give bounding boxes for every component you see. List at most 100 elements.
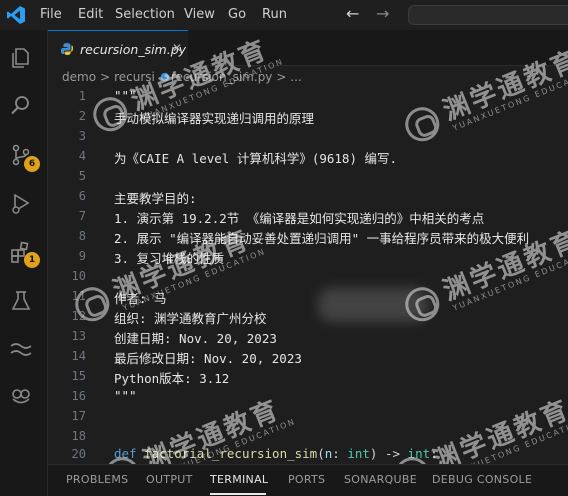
code-text: 最后修改日期: Nov. 20, 2023 bbox=[114, 351, 302, 366]
paren-open: ( bbox=[317, 446, 325, 461]
line-number: 6 bbox=[78, 189, 86, 203]
python-file-icon bbox=[61, 43, 73, 55]
line-number: 10 bbox=[71, 269, 86, 283]
tab-label: recursion_sim.py bbox=[80, 42, 187, 57]
code-text: Python版本: 3.12 bbox=[114, 371, 230, 386]
line-number: 7 bbox=[78, 209, 86, 223]
line-number: 15 bbox=[71, 369, 86, 383]
code-text: 手动模拟编译器实现递归调用的原理 bbox=[114, 111, 315, 126]
code-line: 3 bbox=[48, 128, 568, 146]
menu-file[interactable]: File bbox=[40, 7, 62, 22]
tab-recursion-sim[interactable]: recursion_sim.py ✕ bbox=[48, 30, 188, 66]
editor-tab-bar: recursion_sim.py ✕ bbox=[48, 30, 568, 66]
code-line: 11 作者: 马 bbox=[48, 288, 568, 306]
code-text: 为《CAIE A level 计算机科学》(9618) 编写. bbox=[114, 151, 398, 166]
line-number: 17 bbox=[71, 409, 86, 423]
redacted-blur bbox=[318, 288, 428, 322]
line-number: 4 bbox=[78, 149, 86, 163]
breadcrumb-trail[interactable]: > ... bbox=[276, 70, 301, 84]
tab-terminal[interactable]: TERMINAL bbox=[210, 473, 268, 486]
code-line: 15 Python版本: 3.12 bbox=[48, 368, 568, 386]
code-line-def: 20 def factorial_recursion_sim(n: int) ->… bbox=[48, 446, 568, 464]
return-type: int bbox=[407, 446, 431, 461]
code-text: 1. 演示第 19.2.2节 《编译器是如何实现递归的》中相关的考点 bbox=[114, 211, 485, 226]
code-line: 16 """ bbox=[48, 388, 568, 406]
line-number: 18 bbox=[71, 429, 86, 443]
function-name: factorial_recursion_sim bbox=[144, 446, 318, 461]
code-text: 组织: 渊学通教育广州分校 bbox=[114, 311, 267, 326]
code-line: 4 为《CAIE A level 计算机科学》(9618) 编写. bbox=[48, 148, 568, 166]
line-number: 8 bbox=[78, 229, 86, 243]
tab-output[interactable]: OUTPUT bbox=[146, 473, 193, 486]
line-number: 1 bbox=[78, 89, 86, 103]
code-text: 2. 展示 "编译器能自动妥善处置递归调用" 一事给程序员带来的极大便利 bbox=[114, 231, 530, 246]
menu-edit[interactable]: Edit bbox=[78, 7, 103, 22]
code-text: 作者: 马 bbox=[114, 291, 167, 306]
code-line: 7 1. 演示第 19.2.2节 《编译器是如何实现递归的》中相关的考点 bbox=[48, 208, 568, 226]
code-line: 14 最后修改日期: Nov. 20, 2023 bbox=[48, 348, 568, 366]
code-text: 3. 复习堆栈的性质 bbox=[114, 251, 225, 266]
code-line: 2 手动模拟编译器实现递归调用的原理 bbox=[48, 108, 568, 126]
code-line: 1 """ bbox=[48, 88, 568, 106]
def-colon: : bbox=[430, 446, 438, 461]
line-number: 9 bbox=[78, 249, 86, 263]
tab-problems[interactable]: PROBLEMS bbox=[66, 473, 128, 486]
breadcrumb-folder[interactable]: recursi bbox=[114, 70, 155, 84]
line-number: 14 bbox=[71, 349, 86, 363]
code-line: 9 3. 复习堆栈的性质 bbox=[48, 248, 568, 266]
param-type: int bbox=[347, 446, 370, 461]
breadcrumb: demo > recursi recursion_sim.py > ... bbox=[62, 70, 306, 88]
code-text-def: def factorial_recursion_sim(n: int) -> i… bbox=[114, 446, 438, 461]
back-arrow-icon[interactable]: ← bbox=[346, 4, 359, 23]
menu-run[interactable]: Run bbox=[262, 7, 287, 22]
breadcrumb-separator: > bbox=[100, 70, 111, 84]
activity-bar: 6 1 bbox=[0, 30, 48, 496]
vscode-logo-icon bbox=[7, 6, 25, 24]
run-debug-icon[interactable] bbox=[8, 190, 34, 216]
code-text: """ bbox=[114, 388, 137, 403]
line-number: 11 bbox=[71, 289, 86, 303]
menu-view[interactable]: View bbox=[184, 7, 215, 22]
keyword-def: def bbox=[114, 446, 137, 461]
remote-icon[interactable] bbox=[8, 336, 34, 362]
menu-selection[interactable]: Selection bbox=[115, 7, 175, 22]
tab-debug-console[interactable]: DEBUG CONSOLE bbox=[432, 473, 532, 486]
close-icon[interactable]: ✕ bbox=[172, 41, 182, 55]
tab-sonarqube[interactable]: SONARQUBE bbox=[344, 473, 417, 486]
code-line: 6 主要教学目的: bbox=[48, 188, 568, 206]
code-line: 17 bbox=[48, 408, 568, 426]
code-line: 13 创建日期: Nov. 20, 2023 bbox=[48, 328, 568, 346]
copilot-icon[interactable] bbox=[8, 382, 34, 408]
code-line: 18 bbox=[48, 428, 568, 446]
menu-go[interactable]: Go bbox=[228, 7, 246, 22]
panel-tab-bar: PROBLEMS OUTPUT TERMINAL PORTS SONARQUBE… bbox=[48, 464, 568, 496]
line-number: 16 bbox=[71, 389, 86, 403]
line-number: 3 bbox=[78, 129, 86, 143]
search-icon[interactable] bbox=[8, 92, 34, 118]
extensions-badge: 1 bbox=[24, 252, 40, 268]
testing-icon[interactable] bbox=[8, 288, 34, 314]
code-editor[interactable]: 1 """ 2 手动模拟编译器实现递归调用的原理 3 4 为《CAIE A level… bbox=[48, 88, 568, 464]
code-line: 5 bbox=[48, 168, 568, 186]
breadcrumb-file[interactable]: recursion_sim.py bbox=[171, 70, 273, 84]
source-control-badge: 6 bbox=[24, 156, 40, 172]
explorer-icon[interactable] bbox=[8, 44, 34, 70]
code-line: 12 组织: 渊学通教育广州分校 bbox=[48, 308, 568, 326]
tab-ports[interactable]: PORTS bbox=[288, 473, 325, 486]
return-arrow: ) -> bbox=[369, 446, 408, 461]
param-colon: : bbox=[332, 446, 348, 461]
code-line: 8 2. 展示 "编译器能自动妥善处置递归调用" 一事给程序员带来的极大便利 bbox=[48, 228, 568, 246]
code-line: 10 bbox=[48, 268, 568, 286]
code-text: """ bbox=[114, 88, 137, 103]
forward-arrow-icon[interactable]: → bbox=[376, 4, 389, 23]
line-number: 2 bbox=[78, 109, 86, 123]
python-file-icon bbox=[160, 72, 170, 82]
breadcrumb-root[interactable]: demo bbox=[62, 70, 96, 84]
code-text: 创建日期: Nov. 20, 2023 bbox=[114, 331, 277, 346]
command-center[interactable] bbox=[408, 5, 568, 25]
line-number: 20 bbox=[71, 447, 86, 461]
line-number: 12 bbox=[71, 309, 86, 323]
active-tab-indicator bbox=[210, 493, 266, 495]
title-bar: File Edit Selection View Go Run ← → bbox=[0, 0, 568, 30]
code-text: 主要教学目的: bbox=[114, 191, 197, 206]
